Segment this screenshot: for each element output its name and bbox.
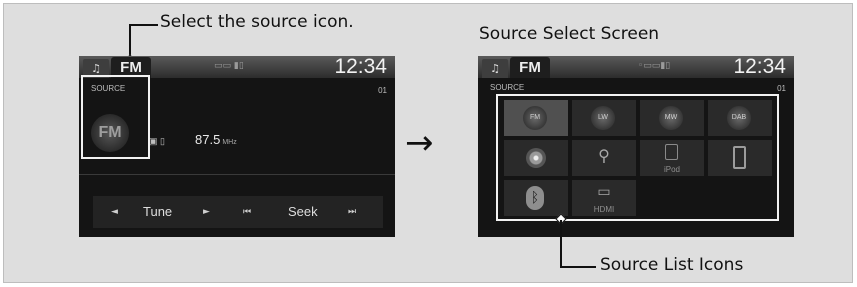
callout-source-select-screen: Source Select Screen [479,24,660,44]
tune-up-icon[interactable]: ► [203,205,210,219]
frequency-display: 87.5 MHz [195,132,237,147]
source-icon-highlight [81,75,150,159]
clock: 12:34 [733,56,786,78]
control-bar: ◄ Tune ► ⏮ Seek ⏭ [93,196,383,228]
leader-line [560,266,596,268]
source-tab-fm[interactable]: FM [510,57,550,78]
seek-label[interactable]: Seek [288,205,318,219]
seek-back-icon[interactable]: ⏮ [243,205,251,219]
status-icons: ◦▭▭▮▯ [638,61,671,71]
callout-source-list-icons: Source List Icons [600,255,744,275]
divider [79,174,395,175]
music-note-icon[interactable]: ♫ [482,59,508,78]
source-label: SOURCE [490,83,525,92]
status-icons: ▭▭ ▮▯ [214,61,244,71]
source-select-screen: ♫ FM ◦▭▭▮▯ 12:34 01 SOURCE FM LW MW DAB … [478,56,794,237]
seek-forward-icon[interactable]: ⏭ [348,205,356,219]
tune-label[interactable]: Tune [143,205,172,219]
frequency-icons: ▣ ▯ [149,136,165,146]
tune-down-icon[interactable]: ◄ [111,205,118,219]
leader-line [130,24,158,26]
clock: 12:34 [334,56,387,78]
frequency-unit: MHz [222,139,237,146]
preset-number: 01 [777,84,786,93]
callout-select-source: Select the source icon. [160,12,354,32]
preset-number: 01 [378,86,387,95]
frequency-value: 87.5 [195,132,221,147]
arrow: → [405,123,434,163]
leader-line [560,220,562,268]
source-list-highlight [496,94,779,221]
